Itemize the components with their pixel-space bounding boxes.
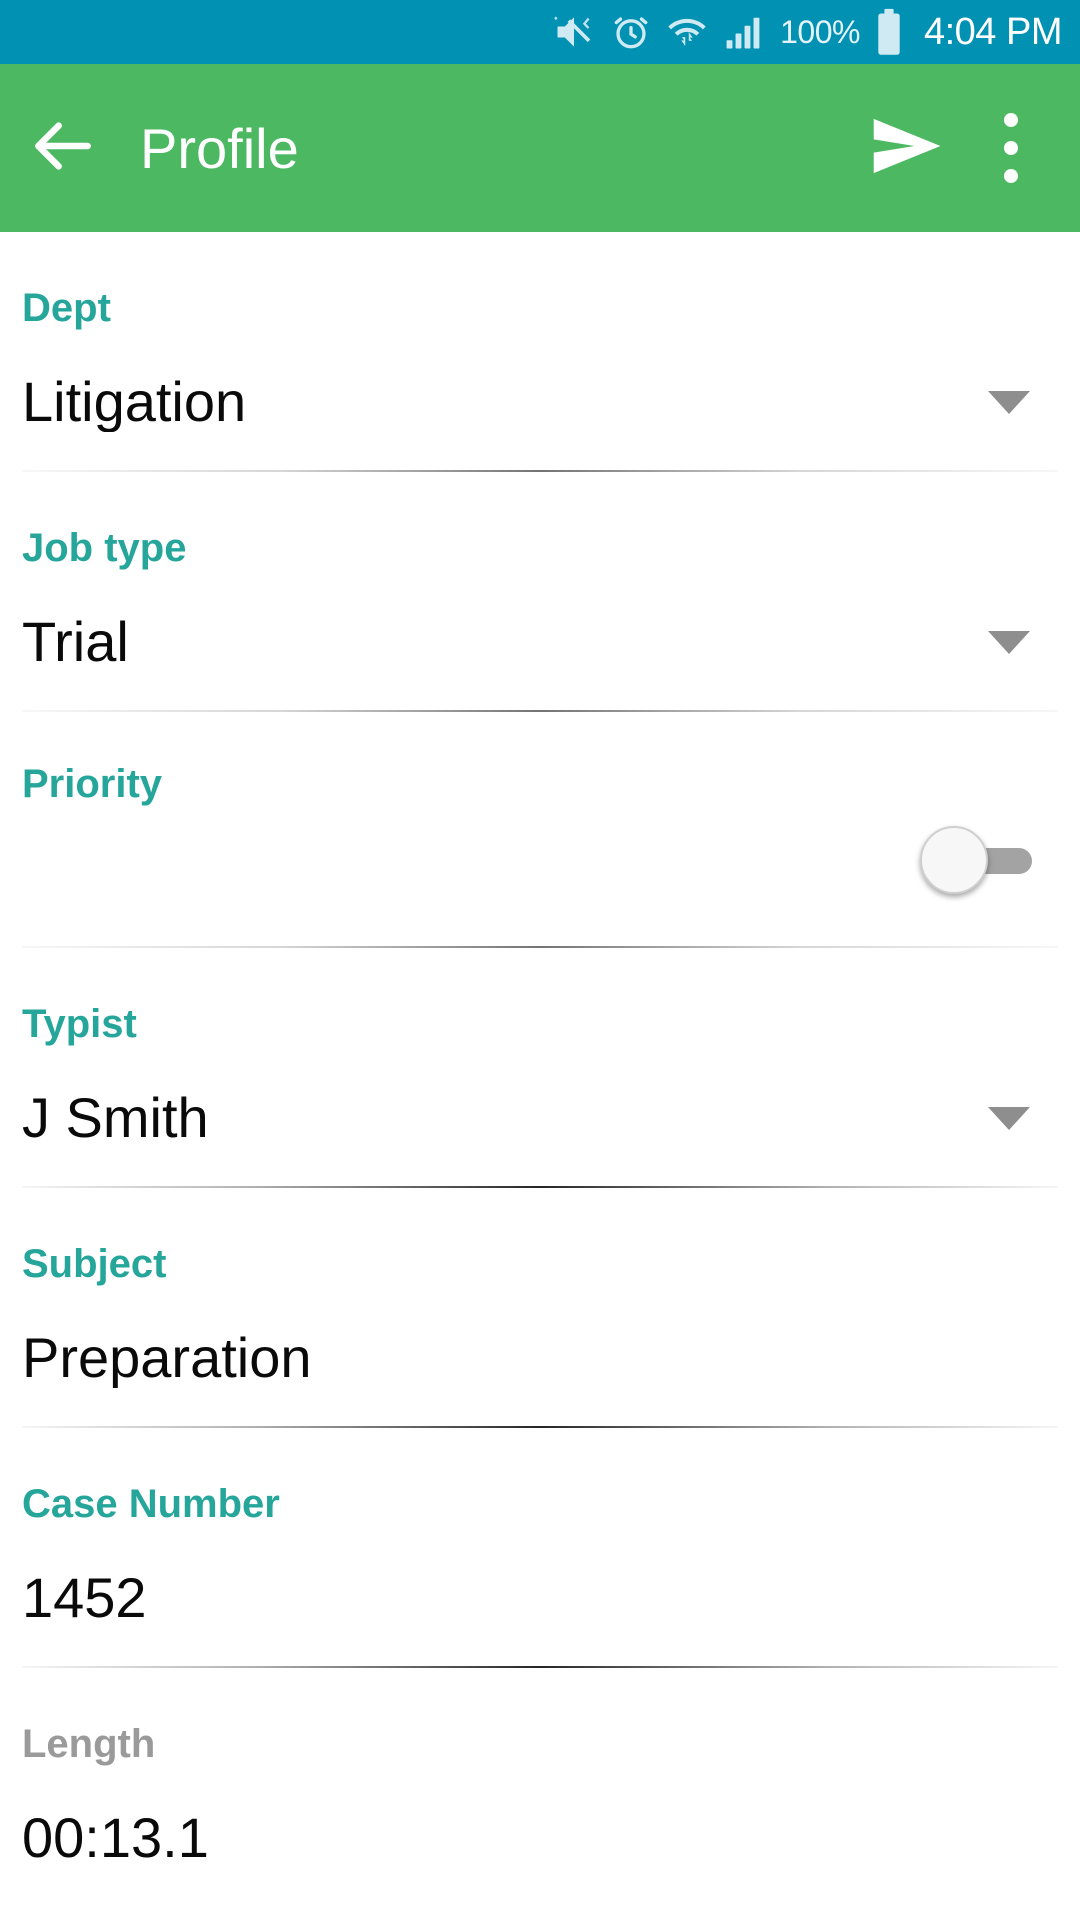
chevron-down-icon-typist[interactable] [988, 1107, 1030, 1130]
vibrate-mute-icon [552, 10, 596, 54]
toggle-thumb[interactable] [920, 826, 988, 894]
battery-percent-label: 100% [780, 14, 860, 50]
chevron-down-icon-job-type[interactable] [988, 631, 1030, 654]
field-control-priority [22, 804, 1058, 908]
field-control-length: 00:13.1 [22, 1764, 1058, 1868]
field-value-dept[interactable]: Litigation [22, 373, 988, 432]
field-value-job-type[interactable]: Trial [22, 613, 988, 672]
field-label-priority: Priority [22, 762, 163, 806]
field-label-length: Length [22, 1722, 156, 1766]
field-value-subject[interactable]: Preparation [22, 1329, 1058, 1388]
alarm-clock-icon [610, 11, 652, 53]
field-control-dept[interactable]: Litigation [22, 328, 1058, 432]
priority-toggle-switch[interactable] [920, 823, 1036, 897]
profile-form: Dept Litigation Job type Trial Priority [0, 232, 1080, 1868]
field-typist: Typist J Smith [0, 948, 1080, 1188]
field-job-type: Job type Trial [0, 472, 1080, 712]
more-vertical-icon-dot-2 [1004, 141, 1018, 155]
status-bar: 100% 4:04 PM [0, 0, 1080, 64]
more-vertical-icon-dot-1 [1004, 113, 1018, 127]
field-dept: Dept Litigation [0, 232, 1080, 472]
field-control-typist[interactable]: J Smith [22, 1044, 1058, 1148]
app-bar: Profile [0, 64, 1080, 232]
field-label-job-type: Job type [22, 526, 187, 570]
back-button[interactable] [24, 109, 102, 187]
field-length: Length 00:13.1 [0, 1668, 1080, 1868]
arrow-left-icon [26, 109, 100, 188]
field-control-case-number[interactable]: 1452 [22, 1524, 1058, 1628]
send-button[interactable] [858, 100, 954, 196]
overflow-menu-button[interactable] [976, 100, 1046, 196]
field-value-length: 00:13.1 [22, 1809, 209, 1868]
field-value-typist[interactable]: J Smith [22, 1089, 988, 1148]
chevron-down-icon-dept[interactable] [988, 391, 1030, 414]
field-control-subject[interactable]: Preparation [22, 1284, 1058, 1388]
wifi-icon [666, 11, 708, 53]
profile-screen: 100% 4:04 PM Profile Dept Litigation Job… [0, 0, 1080, 1920]
more-vertical-icon-dot-3 [1004, 169, 1018, 183]
cellular-signal-icon [722, 10, 766, 54]
field-case-number: Case Number 1452 [0, 1428, 1080, 1668]
battery-full-icon [874, 8, 904, 56]
field-label-typist: Typist [22, 1002, 137, 1046]
field-value-case-number[interactable]: 1452 [22, 1569, 1058, 1628]
page-title: Profile [140, 116, 299, 180]
field-control-job-type[interactable]: Trial [22, 568, 1058, 672]
field-subject: Subject Preparation [0, 1188, 1080, 1428]
send-icon [862, 102, 950, 195]
field-label-dept: Dept [22, 286, 111, 330]
field-label-subject: Subject [22, 1242, 167, 1286]
status-bar-clock: 4:04 PM [923, 11, 1063, 53]
field-priority: Priority [0, 712, 1080, 948]
field-label-case-number: Case Number [22, 1482, 280, 1526]
